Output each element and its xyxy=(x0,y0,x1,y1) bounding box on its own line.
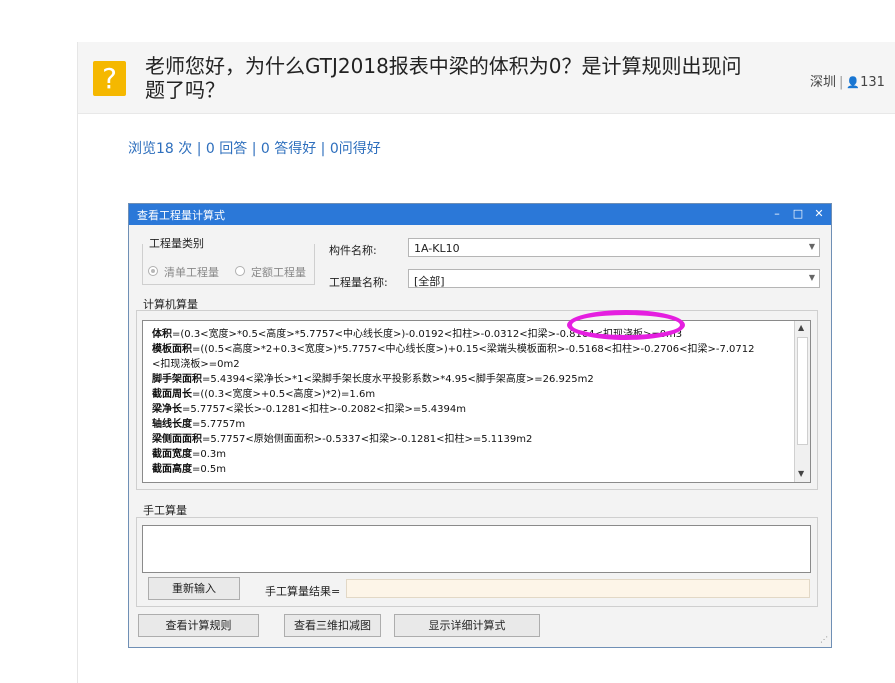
resize-grip-icon[interactable]: ⋰ xyxy=(820,635,828,644)
quantity-name-select[interactable]: [全部] ▼ xyxy=(408,269,820,288)
close-icon[interactable]: ✕ xyxy=(811,206,827,222)
user-count[interactable]: 131 xyxy=(860,75,885,90)
meta-separator: | xyxy=(839,75,844,90)
chevron-down-icon: ▼ xyxy=(808,242,815,251)
calc-line: 截面周长=((0.3<宽度>+0.5<高度>)*2)=1.6m xyxy=(152,389,376,400)
view-rules-button[interactable]: 查看计算规则 xyxy=(138,614,259,637)
divider xyxy=(77,42,78,683)
reinput-button[interactable]: 重新输入 xyxy=(148,577,240,600)
minimize-icon[interactable]: – xyxy=(769,206,785,222)
chevron-down-icon: ▼ xyxy=(808,273,815,282)
component-name-value: 1A-KL10 xyxy=(414,242,460,255)
component-name-select[interactable]: 1A-KL10 ▼ xyxy=(408,238,820,257)
show-detail-button[interactable]: 显示详细计算式 xyxy=(394,614,540,637)
calc-line: 截面高度=0.5m xyxy=(152,464,227,475)
page: ? 老师您好，为什么GTJ2018报表中梁的体积为0？是计算规则出现问题了吗？ … xyxy=(0,0,895,683)
calc-line: 脚手架面积=5.4394<梁净长>*1<梁脚手架长度水平投影系数>*4.95<脚… xyxy=(152,374,594,385)
calc-line: 截面宽度=0.3m xyxy=(152,449,227,460)
user-icon: 👤 xyxy=(846,76,861,89)
quota-quantity-label: 定额工程量 xyxy=(251,266,306,279)
manual-result-field[interactable] xyxy=(346,579,810,598)
component-name-label: 构件名称: xyxy=(329,244,377,257)
bill-quantity-radio[interactable] xyxy=(148,266,158,276)
vertical-scrollbar[interactable]: ▲ ▼ xyxy=(794,321,810,482)
calc-line: 梁净长=5.7757<梁长>-0.1281<扣柱>-0.2082<扣梁>=5.4… xyxy=(152,404,466,415)
question-meta: 深圳 | 👤131 xyxy=(810,71,885,90)
question-stats[interactable]: 浏览18 次 | 0 回答 | 0 答得好 | 0问得好 xyxy=(128,138,381,158)
calc-formula-box[interactable]: 体积=(0.3<宽度>*0.5<高度>*5.7757<中心线长度>)-0.019… xyxy=(142,320,811,483)
dialog-titlebar: 查看工程量计算式 – □ ✕ xyxy=(129,204,831,225)
scroll-up-icon[interactable]: ▲ xyxy=(798,323,804,332)
question-title: 老师您好，为什么GTJ2018报表中梁的体积为0？是计算规则出现问题了吗？ xyxy=(145,54,742,102)
quota-quantity-radio[interactable] xyxy=(235,266,245,276)
manual-result-label: 手工算量结果= xyxy=(265,585,341,598)
maximize-icon[interactable]: □ xyxy=(790,206,806,222)
scroll-thumb[interactable] xyxy=(797,337,808,445)
calc-line: <扣现浇板>=0m2 xyxy=(152,359,240,370)
bill-quantity-label: 清单工程量 xyxy=(164,266,219,279)
highlight-ellipse xyxy=(567,310,685,340)
calc-line: 轴线长度=5.7757m xyxy=(152,419,246,430)
calc-line: 梁侧面面积=5.7757<原始侧面面积>-0.5337<扣梁>-0.1281<扣… xyxy=(152,434,533,445)
quantity-name-label: 工程量名称: xyxy=(329,276,388,289)
dialog-screenshot: 查看工程量计算式 – □ ✕ 工程量类别 清单工程量 定额工程量 构件名称: 1… xyxy=(128,203,832,648)
manual-input[interactable] xyxy=(142,525,811,573)
manual-section-label: 手工算量 xyxy=(143,504,187,517)
quantity-type-label: 工程量类别 xyxy=(149,235,207,251)
question-header: ? 老师您好，为什么GTJ2018报表中梁的体积为0？是计算规则出现问题了吗？ … xyxy=(78,42,895,114)
dialog-title: 查看工程量计算式 xyxy=(137,209,225,222)
question-icon: ? xyxy=(93,61,126,96)
view-3d-button[interactable]: 查看三维扣减图 xyxy=(284,614,381,637)
location-label[interactable]: 深圳 xyxy=(810,75,836,90)
quantity-name-value: [全部] xyxy=(414,275,445,288)
calc-line: 模板面积=((0.5<高度>*2+0.3<宽度>)*5.7757<中心线长度>)… xyxy=(152,344,755,355)
scroll-down-icon[interactable]: ▼ xyxy=(798,469,804,478)
